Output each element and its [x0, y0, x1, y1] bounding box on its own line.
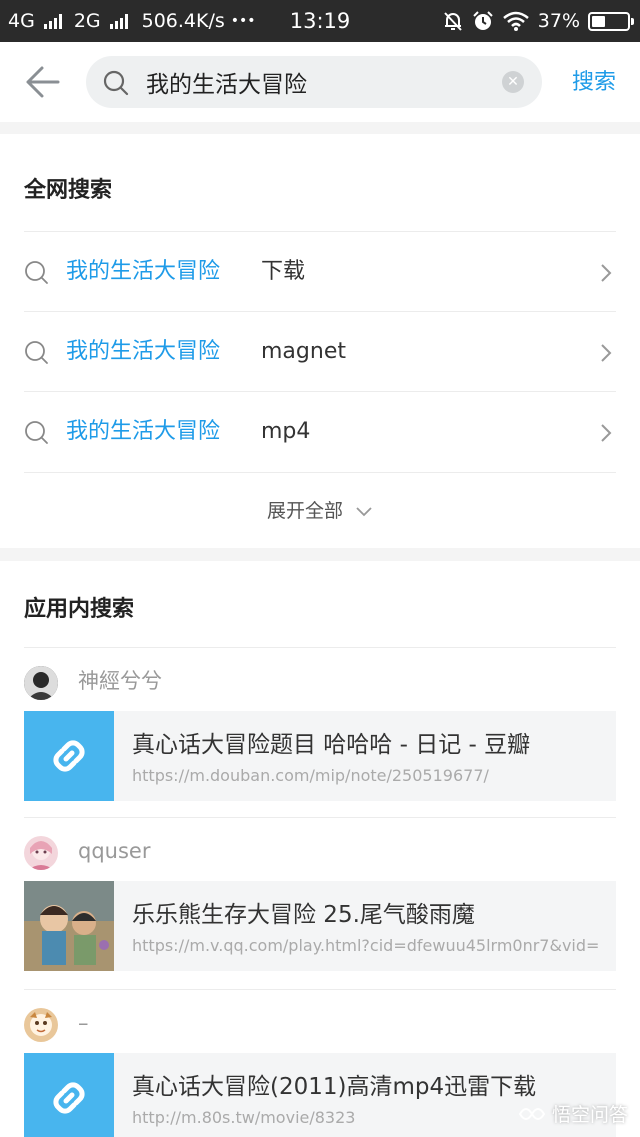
suggestion-row[interactable]: 我的生活大冒险 mp4	[24, 391, 616, 471]
wifi-icon	[502, 11, 529, 31]
search-box[interactable]: ✕	[86, 56, 542, 108]
suggestion-suffix: 下载	[261, 259, 306, 284]
watermark: 悟空问答	[518, 1100, 628, 1127]
result-url: https://m.douban.com/mip/note/250519677/	[132, 766, 489, 785]
search-icon	[103, 70, 129, 96]
battery-percent: 37%	[537, 10, 580, 32]
status-bar: 4G 2G 506.4K/s ••• 13:19 37%	[0, 0, 640, 42]
result-title: 真心话大冒险题目 哈哈哈 - 日记 - 豆瓣	[132, 732, 531, 758]
result-url: https://m.v.qq.com/play.html?cid=dfewuu4…	[132, 936, 600, 955]
result-title: 真心话大冒险(2011)高清mp4迅雷下载	[132, 1074, 537, 1100]
suggestion-suffix: mp4	[261, 419, 311, 444]
result-user[interactable]: 神經兮兮	[24, 647, 616, 711]
app-search-title: 应用内搜索	[24, 597, 135, 622]
suggestion-keyword: 我的生活大冒险	[66, 339, 221, 364]
chevron-right-icon	[601, 344, 612, 362]
link-thumbnail	[24, 1053, 114, 1137]
avatar	[24, 666, 58, 700]
username: –	[78, 1011, 89, 1035]
username: 神經兮兮	[78, 669, 162, 693]
suggestion-suffix: magnet	[261, 339, 346, 364]
chevron-down-icon	[356, 506, 372, 516]
chevron-right-icon	[601, 264, 612, 282]
avatar	[24, 1008, 58, 1042]
result-user[interactable]: qquser	[24, 817, 616, 881]
search-icon	[25, 341, 48, 364]
result-title: 乐乐熊生存大冒险 25.尾气酸雨魔	[132, 902, 475, 928]
wukong-logo-icon	[518, 1107, 546, 1120]
battery-icon	[588, 11, 634, 31]
search-button[interactable]: 搜索	[572, 64, 616, 96]
suggestion-keyword: 我的生活大冒险	[66, 419, 221, 444]
link-icon	[53, 740, 85, 772]
web-search-title: 全网搜索	[24, 178, 113, 203]
search-header: ✕ 搜索	[0, 42, 640, 122]
status-right: 37%	[442, 0, 634, 42]
link-thumbnail	[24, 711, 114, 801]
web-search-section: 全网搜索 我的生活大冒险 下载 我的生活大冒险 magnet 我的生活大冒险 m…	[0, 134, 640, 548]
battery-fill	[592, 15, 605, 27]
clear-icon[interactable]: ✕	[502, 71, 524, 93]
expand-all-label: 展开全部	[266, 500, 343, 522]
app-search-section: 应用内搜索 神經兮兮 真心话大冒险题目 哈哈哈 - 日记 - 豆瓣 https:…	[0, 561, 640, 1137]
video-thumbnail	[24, 881, 114, 971]
result-user[interactable]: –	[24, 989, 616, 1053]
result-card[interactable]: 乐乐熊生存大冒险 25.尾气酸雨魔 https://m.v.qq.com/pla…	[24, 881, 616, 971]
back-arrow-icon[interactable]	[22, 64, 62, 100]
chevron-right-icon	[601, 424, 612, 442]
mute-bell-icon	[444, 12, 462, 31]
suggestion-row[interactable]: 我的生活大冒险 magnet	[24, 311, 616, 391]
search-icon	[25, 421, 48, 444]
expand-all-button[interactable]: 展开全部	[24, 472, 616, 548]
avatar	[24, 836, 58, 870]
suggestion-row[interactable]: 我的生活大冒险 下载	[24, 231, 616, 311]
link-icon	[53, 1082, 85, 1114]
search-icon	[25, 261, 48, 284]
cartoon-thumbnail-image	[24, 881, 114, 971]
alarm-icon	[473, 11, 493, 30]
watermark-text: 悟空问答	[551, 1104, 628, 1126]
suggestion-keyword: 我的生活大冒险	[66, 259, 221, 284]
search-input[interactable]	[146, 56, 486, 108]
result-card[interactable]: 真心话大冒险题目 哈哈哈 - 日记 - 豆瓣 https://m.douban.…	[24, 711, 616, 801]
username: qquser	[78, 839, 151, 863]
